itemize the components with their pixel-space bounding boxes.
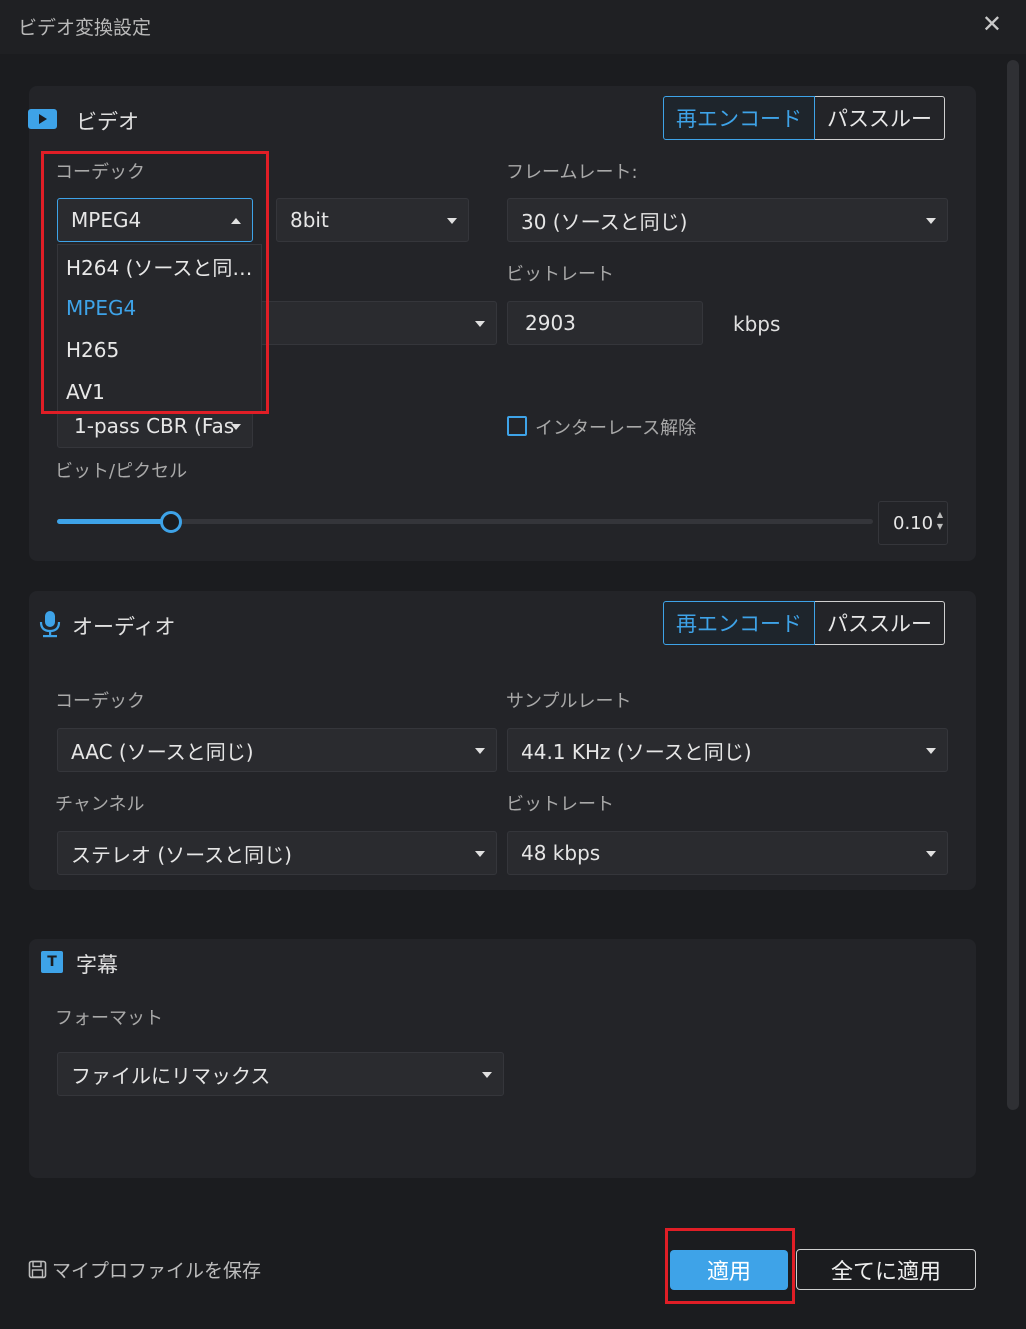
- close-icon[interactable]: ✕: [982, 10, 1002, 38]
- bits-per-pixel-spinbox[interactable]: 0.10 ▲ ▼: [878, 501, 948, 545]
- video-reencode-button[interactable]: 再エンコード: [663, 96, 815, 140]
- video-passthrough-button[interactable]: パススルー: [815, 96, 945, 140]
- audio-bitrate-select[interactable]: 48 kbps: [507, 831, 948, 875]
- title-bar: ビデオ変換設定 ✕: [0, 0, 1026, 54]
- save-profile-link[interactable]: マイプロファイルを保存: [28, 1256, 261, 1283]
- apply-all-button[interactable]: 全てに適用: [796, 1249, 976, 1290]
- caret-down-icon: [475, 321, 485, 327]
- video-codec-select[interactable]: MPEG4: [57, 198, 253, 242]
- subtitle-format-value: ファイルにリマックス: [71, 1063, 271, 1088]
- audio-channel-label: チャンネル: [55, 794, 145, 815]
- save-profile-label: マイプロファイルを保存: [52, 1260, 262, 1282]
- video-framerate-value: 30 (ソースと同じ): [521, 209, 688, 234]
- audio-bitrate-label: ビットレート: [506, 794, 614, 815]
- video-framerate-select[interactable]: 30 (ソースと同じ): [507, 198, 948, 242]
- codec-option-av1[interactable]: AV1: [58, 371, 261, 413]
- caret-down-icon: [926, 748, 936, 754]
- audio-codec-select[interactable]: AAC (ソースと同じ): [57, 728, 497, 772]
- dialog-title: ビデオ変換設定: [18, 17, 152, 39]
- subtitle-format-select[interactable]: ファイルにリマックス: [57, 1052, 504, 1096]
- video-bitrate-unit: kbps: [733, 312, 781, 336]
- video-bitrate-label: ビットレート: [506, 264, 614, 285]
- caret-down-icon: [231, 424, 241, 430]
- subtitle-section-title: 字幕: [76, 953, 118, 977]
- caret-down-icon: [926, 218, 936, 224]
- scrollbar-thumb[interactable]: [1007, 60, 1019, 1110]
- caret-down-icon: [475, 748, 485, 754]
- codec-option-h265[interactable]: H265: [58, 329, 261, 371]
- subtitle-format-label: フォーマット: [55, 1008, 163, 1029]
- audio-mode-toggle: 再エンコード パススルー: [663, 601, 945, 645]
- codec-option-h264[interactable]: H264 (ソースと同…: [58, 245, 261, 287]
- video-bitdepth-value: 8bit: [290, 208, 329, 232]
- caret-down-icon: [482, 1072, 492, 1078]
- video-framerate-label: フレームレート:: [506, 162, 638, 183]
- audio-channel-select[interactable]: ステレオ (ソースと同じ): [57, 831, 497, 875]
- audio-codec-value: AAC (ソースと同じ): [71, 739, 254, 764]
- microphone-icon: [39, 611, 61, 638]
- audio-codec-label: コーデック: [55, 691, 145, 712]
- floppy-disk-icon: [28, 1260, 47, 1279]
- caret-up-icon: [231, 218, 241, 224]
- video-play-icon: [28, 109, 57, 129]
- audio-samplerate-select[interactable]: 44.1 KHz (ソースと同じ): [507, 728, 948, 772]
- audio-section-title: オーディオ: [72, 615, 176, 639]
- bits-per-pixel-slider-fill: [57, 519, 172, 524]
- video-encode-mode-value: 1-pass CBR (Fas: [74, 414, 235, 438]
- caret-down-icon: [926, 851, 936, 857]
- audio-samplerate-label: サンプルレート: [506, 691, 632, 712]
- caret-down-icon: [475, 851, 485, 857]
- caret-down-icon: [447, 218, 457, 224]
- audio-reencode-button[interactable]: 再エンコード: [663, 601, 815, 645]
- bits-per-pixel-value: 0.10: [893, 512, 934, 534]
- subtitle-t-icon: T: [41, 951, 63, 973]
- deinterlace-checkbox[interactable]: [507, 416, 527, 436]
- deinterlace-label: インターレース解除: [535, 418, 697, 439]
- video-section-title: ビデオ: [76, 110, 139, 134]
- video-codec-dropdown: H264 (ソースと同… MPEG4 H265 AV1: [57, 244, 262, 412]
- video-bitrate-input[interactable]: 2903: [507, 301, 703, 345]
- audio-passthrough-button[interactable]: パススルー: [815, 601, 945, 645]
- codec-option-mpeg4[interactable]: MPEG4: [58, 287, 261, 329]
- audio-bitrate-value: 48 kbps: [521, 841, 601, 865]
- video-mode-toggle: 再エンコード パススルー: [663, 96, 945, 140]
- video-codec-value: MPEG4: [71, 208, 142, 232]
- audio-channel-value: ステレオ (ソースと同じ): [71, 842, 292, 867]
- bits-per-pixel-label: ビット/ピクセル: [55, 461, 188, 482]
- audio-samplerate-value: 44.1 KHz (ソースと同じ): [521, 739, 752, 764]
- apply-button[interactable]: 適用: [670, 1250, 788, 1290]
- spin-arrows-icon[interactable]: ▲ ▼: [937, 509, 943, 533]
- video-codec-label: コーデック: [55, 162, 145, 183]
- video-bitdepth-select[interactable]: 8bit: [276, 198, 469, 242]
